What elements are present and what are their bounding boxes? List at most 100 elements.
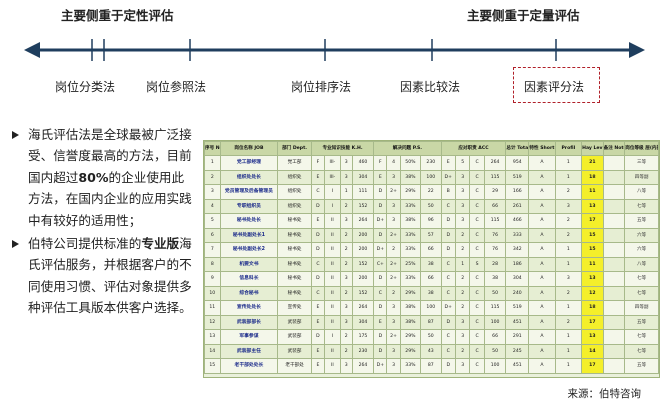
table-cell — [602, 155, 626, 171]
table-cell: 466 — [505, 213, 530, 229]
table-cell: D+ — [373, 242, 388, 258]
table-row: 13 军事参谋 武装部 D I 2 175 D 2+ 29% 50 C 3 C 66 291 A 1 13 七等 — [204, 329, 659, 345]
table-cell: III- — [324, 169, 341, 185]
table-cell: 2 — [339, 227, 353, 243]
table-cell: 秘书处 — [277, 256, 312, 272]
table-cell: 2 — [386, 242, 401, 258]
table-cell: 57 — [420, 227, 442, 243]
table-cell: 3 — [554, 271, 583, 287]
table-cell: 264 — [483, 155, 507, 171]
table-cell: A — [528, 271, 556, 287]
table-cell: 33% — [399, 227, 422, 243]
table-cell: A — [528, 169, 556, 185]
table-cell: C — [469, 271, 485, 287]
table-cell: 2+ — [386, 184, 401, 200]
table-cell: II — [324, 227, 341, 243]
table-cell: 3 — [454, 213, 471, 229]
table-cell: 200 — [351, 242, 375, 258]
table-cell: D — [373, 184, 388, 200]
table-cell: 38% — [399, 213, 422, 229]
table-cell: 304 — [351, 169, 375, 185]
th-dept: 部门 Dept. — [277, 141, 312, 156]
table-cell: 14 — [581, 343, 604, 359]
table-cell: A — [528, 358, 556, 374]
bullet-triangle-icon — [12, 131, 19, 139]
th-total: 总计 Tota — [505, 141, 530, 156]
method-job-reference: 岗位参照法 — [146, 80, 207, 94]
table-cell: 12 — [581, 285, 604, 301]
table-cell: 2 — [454, 285, 471, 301]
table-cell: I — [324, 329, 341, 345]
table-cell: 245 — [505, 343, 530, 359]
table-cell: II — [324, 242, 341, 258]
hay-evaluation-table-image: 序号 No. 岗位名称 JOB 部门 Dept. 专业知识技能 K.H. 解决问… — [203, 140, 660, 378]
table-cell: D — [310, 242, 326, 258]
table-cell: 组织处处长 — [219, 169, 279, 185]
table-cell: 3 — [339, 169, 353, 185]
table-cell: C+ — [373, 256, 388, 272]
table-cell: 7 — [204, 242, 221, 258]
th-internal-grade: 岗位等级 层(内部) — [624, 141, 659, 156]
table-cell: 100 — [420, 300, 442, 316]
table-cell: 29% — [399, 343, 422, 359]
table-cell: 264 — [351, 300, 375, 316]
table-cell: 38 — [420, 285, 442, 301]
table-cell: 152 — [351, 256, 375, 272]
table-cell: 13 — [581, 198, 604, 214]
source-caption: 来源：伯特咨询 — [567, 388, 642, 400]
table-row: 3 党员管理及后备管理员 组织处 C I 1 111 D 2+ 29% 22 B 3 C 29 166 A 2 11… — [204, 184, 659, 200]
table-cell: 264 — [351, 213, 375, 229]
table-row: 15 老干部处处长 老干部处 E II 3 264 D+ 3 33% 87 D 3 C 100 451 A 1 17… — [204, 358, 659, 374]
table-cell: 111 — [351, 184, 375, 200]
table-cell: 230 — [420, 155, 442, 171]
table-cell: C — [469, 242, 485, 258]
table-cell: 25% — [399, 256, 422, 272]
table-cell: 954 — [505, 155, 530, 171]
table-cell: 1 — [554, 300, 583, 316]
table-cell: 2+ — [386, 227, 401, 243]
table-cell — [602, 242, 626, 258]
table-cell: 15 — [204, 358, 221, 374]
table-cell: 4 — [204, 198, 221, 214]
table-cell: 2 — [554, 227, 583, 243]
table-cell: 四等副 — [624, 300, 659, 316]
table-cell: 综合秘书 — [219, 285, 279, 301]
table-cell — [602, 358, 626, 374]
table-cell: C — [310, 184, 326, 200]
table-cell: C — [469, 329, 485, 345]
table-cell: D+ — [373, 213, 388, 229]
table-cell: 33% — [399, 198, 422, 214]
table-cell: 2 — [454, 227, 471, 243]
table-cell: 96 — [420, 213, 442, 229]
table-cell: 1 — [554, 343, 583, 359]
th-hay-level: Hay Lev — [581, 141, 604, 156]
table-row: 4 专职组织员 组织处 D I 2 152 D 3 33% 50 C 3 C 66 261 A 3 13 七等 — [204, 198, 659, 214]
table-cell: 166 — [505, 184, 530, 200]
table-cell: 3 — [386, 198, 401, 214]
table-cell: 175 — [351, 329, 375, 345]
table-cell: 军事参谋 — [219, 329, 279, 345]
table-cell: 3 — [339, 358, 353, 374]
table-cell: 50 — [420, 198, 442, 214]
table-cell: II — [324, 300, 341, 316]
table-row: 10 综合秘书 秘书处 C II 2 152 C 2 29% 38 C 2 C 50 240 A 2 12 七等 — [204, 285, 659, 301]
table-cell: C — [440, 256, 456, 272]
table-cell — [602, 343, 626, 359]
table-cell: 87 — [420, 358, 442, 374]
table-cell: 七等 — [624, 343, 659, 359]
table-cell: 29% — [399, 184, 422, 200]
table-cell: 2 — [454, 343, 471, 359]
table-cell: 七等 — [624, 285, 659, 301]
table-cell: C — [440, 198, 456, 214]
table-cell: 3 — [204, 184, 221, 200]
table-cell: E — [373, 314, 388, 330]
table-cell: 115 — [483, 169, 507, 185]
table-cell: 七等 — [624, 271, 659, 287]
table-cell: 87 — [420, 314, 442, 330]
table-cell: 1 — [554, 358, 583, 374]
table-cell: D — [440, 242, 456, 258]
table-cell: 武装部 — [277, 329, 312, 345]
table-row: 11 宣传处处长 宣传处 E II 3 264 D 3 38% 100 D+ 2 C 115 519 A 1 18 四… — [204, 300, 659, 316]
table-cell: 76 — [483, 242, 507, 258]
table-cell: 八等 — [624, 184, 659, 200]
